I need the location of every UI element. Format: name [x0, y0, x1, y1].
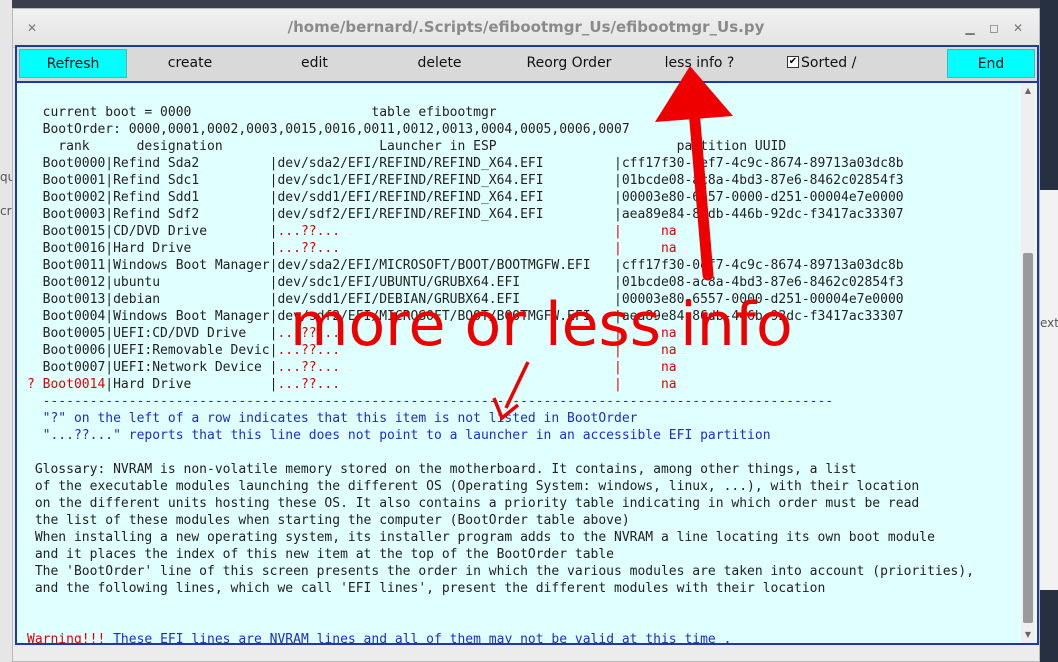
arrow-down-to-notes-icon — [492, 361, 530, 421]
annotation-arrows — [492, 66, 733, 421]
arrow-up-to-less-info-icon — [655, 66, 733, 281]
